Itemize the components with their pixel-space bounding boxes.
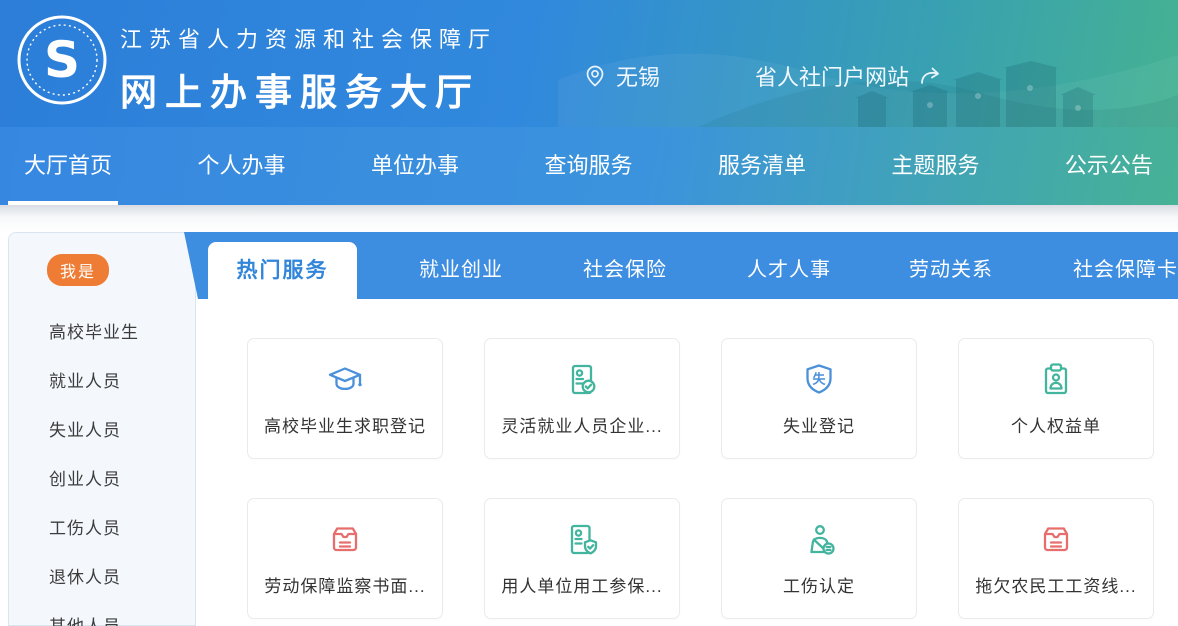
graduation-cap-icon	[328, 367, 362, 391]
card-label: 灵活就业人员企业...	[501, 417, 663, 436]
tab-social-security-card[interactable]: 社会保障卡	[1073, 242, 1178, 299]
agency-logo: S	[17, 15, 107, 105]
clipboard-person-icon	[1044, 363, 1068, 395]
id-card-person-icon	[571, 364, 596, 395]
card-employer-enrollment[interactable]: 用人单位用工参保...	[484, 498, 680, 619]
nav-item-announcements[interactable]: 公示公告	[1065, 127, 1153, 205]
tab-labor-relations[interactable]: 劳动关系	[909, 242, 993, 299]
main-nav: 大厅首页 个人办事 单位办事 查询服务 服务清单 主题服务 公示公告	[0, 127, 1178, 205]
card-graduate-job-registration[interactable]: 高校毕业生求职登记	[247, 338, 443, 459]
site-title-block: 江苏省人力资源和社会保障厅 网上办事服务大厅	[120, 22, 497, 116]
card-unemployment-registration[interactable]: 失 失业登记	[721, 338, 917, 459]
card-label: 用人单位用工参保...	[501, 577, 663, 596]
tab-employment[interactable]: 就业创业	[419, 242, 503, 299]
role-sidebar: 我是 高校毕业生 就业人员 失业人员 创业人员 工伤人员 退休人员 其他人员	[8, 232, 196, 626]
role-list: 高校毕业生 就业人员 失业人员 创业人员 工伤人员 退休人员 其他人员	[9, 308, 195, 626]
role-badge: 我是	[47, 254, 110, 286]
id-card-shield-icon	[570, 524, 598, 555]
portal-link[interactable]: 省人社门户网站	[755, 60, 945, 92]
nav-item-query[interactable]: 查询服务	[544, 127, 632, 205]
service-tabbar: 热门服务 就业创业 社会保险 人才人事 劳动关系 社会保障卡	[184, 232, 1178, 299]
unemployment-shield-icon: 失	[806, 364, 832, 394]
sidebar-item-unemployed[interactable]: 失业人员	[9, 406, 195, 455]
card-label: 工伤认定	[783, 577, 855, 596]
nav-item-service-list[interactable]: 服务清单	[718, 127, 806, 205]
inbox-tray-icon	[1043, 527, 1069, 552]
service-panel: 高校毕业生求职登记 灵活就业人员企业... 失 失业登记 个人权益单 劳动保障监…	[196, 299, 1178, 626]
tab-hot-services[interactable]: 热门服务	[208, 242, 357, 299]
page: S 江苏省人力资源和社会保障厅 网上办事服务大厅 无锡 省人社门户网站 大厅首页…	[0, 0, 1178, 626]
hall-name: 网上办事服务大厅	[120, 72, 480, 113]
shield-character: 失	[812, 372, 826, 387]
sidebar-item-others[interactable]: 其他人员	[9, 602, 195, 626]
location-selector[interactable]: 无锡	[583, 60, 660, 92]
service-card-grid: 高校毕业生求职登记 灵活就业人员企业... 失 失业登记 个人权益单 劳动保障监…	[196, 299, 1178, 619]
nav-item-themes[interactable]: 主题服务	[891, 127, 979, 205]
card-flexible-employment[interactable]: 灵活就业人员企业...	[484, 338, 680, 459]
card-label: 个人权益单	[1011, 417, 1101, 436]
external-link-arrow-icon	[921, 67, 939, 84]
location-pin-icon	[586, 65, 604, 87]
card-label: 失业登记	[783, 417, 855, 436]
sidebar-item-entrepreneurs[interactable]: 创业人员	[9, 455, 195, 504]
sidebar-item-work-injury[interactable]: 工伤人员	[9, 504, 195, 553]
sidebar-item-graduates[interactable]: 高校毕业生	[9, 308, 195, 357]
card-label: 拖欠农民工工资线...	[975, 577, 1137, 596]
portal-link-label: 省人社门户网站	[755, 65, 910, 90]
card-label: 高校毕业生求职登记	[264, 417, 426, 436]
nav-item-home[interactable]: 大厅首页	[7, 127, 119, 205]
nav-shadow-band	[0, 205, 1178, 232]
logo-glyph: S	[44, 31, 80, 89]
injured-person-icon	[810, 525, 835, 555]
inbox-tray-icon	[332, 527, 358, 552]
card-work-injury-determination[interactable]: 工伤认定	[721, 498, 917, 619]
card-migrant-wage-arrears[interactable]: 拖欠农民工工资线...	[958, 498, 1154, 619]
tab-talent[interactable]: 人才人事	[747, 242, 831, 299]
org-name: 江苏省人力资源和社会保障厅	[120, 27, 498, 52]
card-personal-rights-statement[interactable]: 个人权益单	[958, 338, 1154, 459]
nav-item-personal[interactable]: 个人办事	[197, 127, 285, 205]
nav-item-employer[interactable]: 单位办事	[371, 127, 459, 205]
header: S 江苏省人力资源和社会保障厅 网上办事服务大厅 无锡 省人社门户网站	[0, 0, 1178, 127]
card-labor-inspection-written[interactable]: 劳动保障监察书面...	[247, 498, 443, 619]
sidebar-item-retired[interactable]: 退休人员	[9, 553, 195, 602]
sidebar-item-employed[interactable]: 就业人员	[9, 357, 195, 406]
tab-social-insurance[interactable]: 社会保险	[583, 242, 667, 299]
card-label: 劳动保障监察书面...	[264, 577, 426, 596]
location-label: 无锡	[616, 65, 661, 90]
